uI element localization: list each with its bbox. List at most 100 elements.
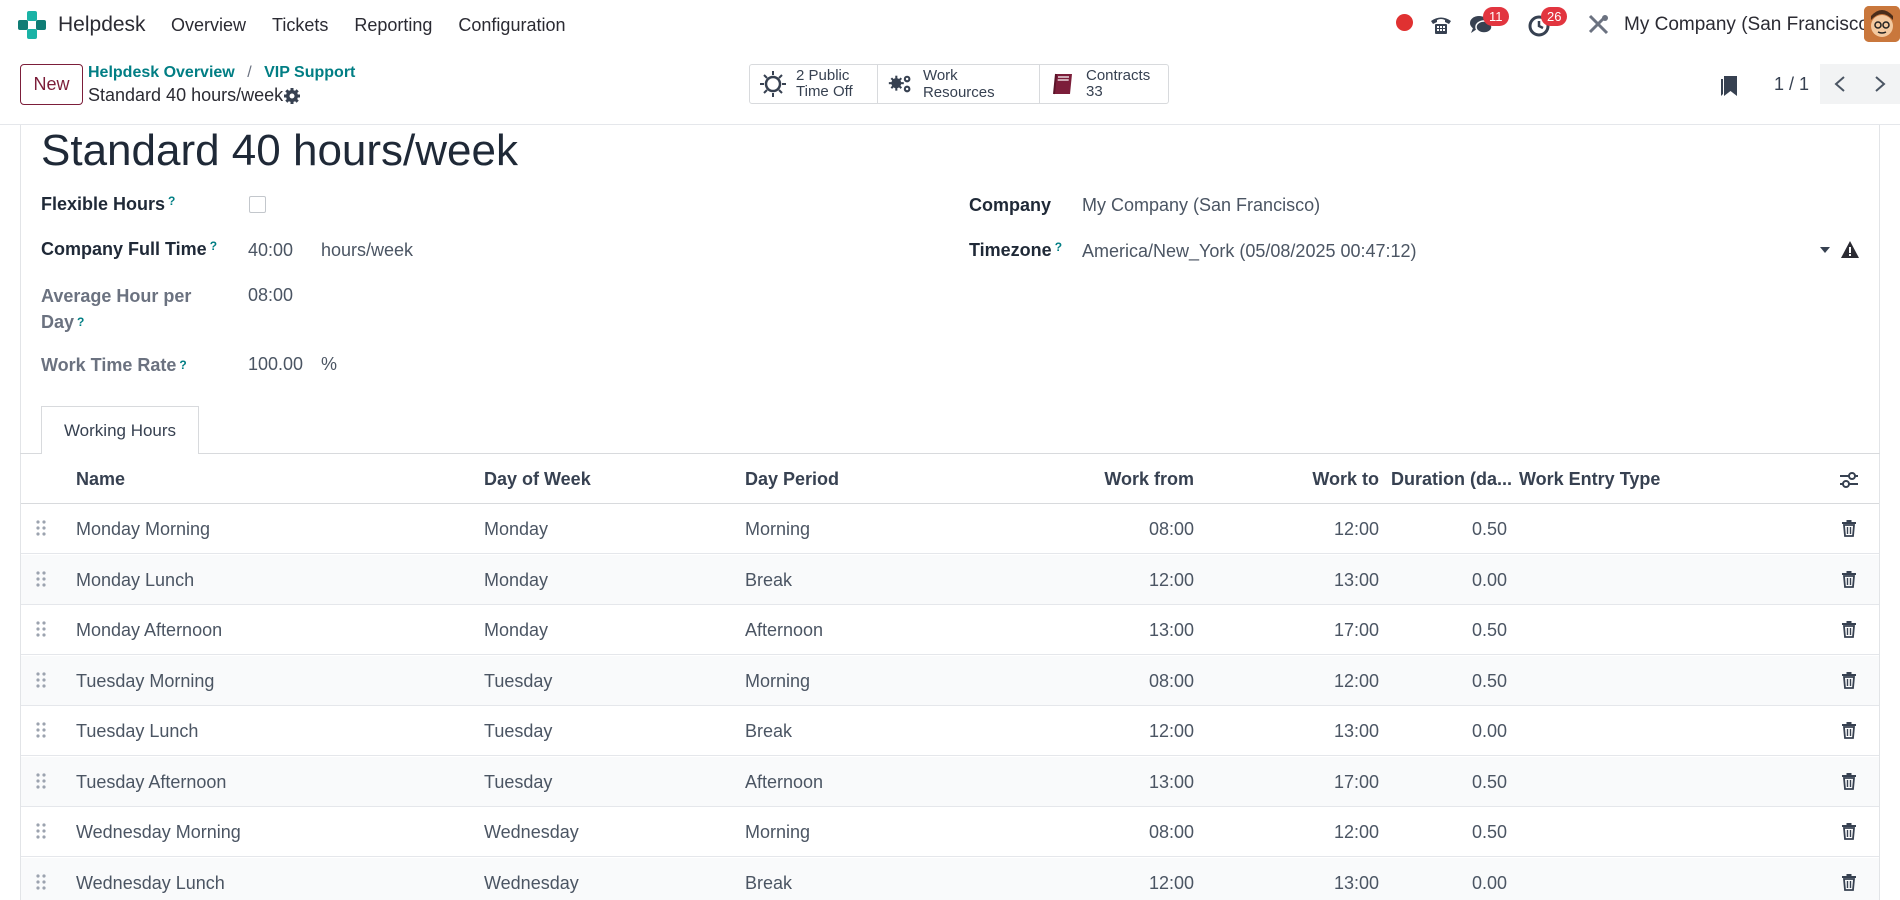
table-row[interactable]: Tuesday Morning Tuesday Morning 08:00 12:00 0…	[21, 655, 1879, 706]
trash-icon[interactable]	[1841, 671, 1857, 689]
column-work-to[interactable]: Work to	[1312, 469, 1379, 490]
trash-icon[interactable]	[1841, 873, 1857, 891]
help-tooltip-icon[interactable]: ?	[210, 239, 217, 253]
drag-handle-icon[interactable]	[36, 721, 46, 739]
phone-icon[interactable]	[1428, 12, 1454, 38]
cell-name[interactable]: Monday Afternoon	[76, 620, 222, 641]
record-dot-icon[interactable]	[1396, 14, 1413, 31]
tools-icon[interactable]	[1585, 12, 1611, 38]
cell-duration[interactable]: 0.00	[1472, 721, 1507, 742]
cell-day-period[interactable]: Afternoon	[745, 772, 823, 793]
drag-handle-icon[interactable]	[36, 822, 46, 840]
cell-day-of-week[interactable]: Wednesday	[484, 873, 579, 894]
help-tooltip-icon[interactable]: ?	[77, 315, 84, 329]
cell-duration[interactable]: 0.50	[1472, 822, 1507, 843]
cell-day-of-week[interactable]: Tuesday	[484, 671, 552, 692]
help-tooltip-icon[interactable]: ?	[179, 358, 186, 372]
help-tooltip-icon[interactable]: ?	[1055, 240, 1062, 254]
cell-day-of-week[interactable]: Monday	[484, 519, 548, 540]
column-name[interactable]: Name	[76, 469, 125, 490]
cell-name[interactable]: Monday Morning	[76, 519, 210, 540]
cell-day-of-week[interactable]: Wednesday	[484, 822, 579, 843]
table-row[interactable]: Wednesday Lunch Wednesday Break 12:00 13:00 0…	[21, 857, 1879, 900]
drag-handle-icon[interactable]	[36, 873, 46, 891]
cell-duration[interactable]: 0.50	[1472, 772, 1507, 793]
drag-handle-icon[interactable]	[36, 620, 46, 638]
cell-work-from[interactable]: 12:00	[1149, 570, 1194, 591]
table-row[interactable]: Wednesday Morning Wednesday Morning 08:00 12…	[21, 807, 1879, 857]
menu-reporting[interactable]: Reporting	[354, 15, 432, 36]
table-row[interactable]: Monday Morning Monday Morning 08:00 12:00 0.5…	[21, 504, 1879, 554]
page-title[interactable]: Standard 40 hours/week	[41, 126, 518, 176]
trash-icon[interactable]	[1841, 519, 1857, 537]
trash-icon[interactable]	[1841, 570, 1857, 588]
cell-day-period[interactable]: Break	[745, 873, 792, 894]
app-name[interactable]: Helpdesk	[58, 13, 146, 37]
bookmark-icon[interactable]	[1718, 74, 1740, 98]
optional-columns-icon[interactable]	[1839, 471, 1859, 489]
pager-value[interactable]: 1 / 1	[1774, 74, 1809, 95]
trash-icon[interactable]	[1841, 620, 1857, 638]
drag-handle-icon[interactable]	[36, 671, 46, 689]
cell-work-to[interactable]: 13:00	[1334, 570, 1379, 591]
column-work-entry-type[interactable]: Work Entry Type	[1519, 469, 1660, 490]
pager-next-button[interactable]	[1860, 64, 1900, 104]
work-resources-button[interactable]: Work Resources	[878, 65, 1040, 103]
cell-work-from[interactable]: 12:00	[1149, 873, 1194, 894]
pager-previous-button[interactable]	[1820, 64, 1860, 104]
cell-work-from[interactable]: 08:00	[1149, 822, 1194, 843]
company-switcher[interactable]: My Company (San Francisco)	[1624, 14, 1875, 36]
cell-day-of-week[interactable]: Monday	[484, 620, 548, 641]
column-day-of-week[interactable]: Day of Week	[484, 469, 591, 490]
cell-name[interactable]: Monday Lunch	[76, 570, 194, 591]
cell-duration[interactable]: 0.00	[1472, 873, 1507, 894]
cell-work-to[interactable]: 12:00	[1334, 519, 1379, 540]
company-field[interactable]: My Company (San Francisco)	[1082, 195, 1320, 216]
cell-day-period[interactable]: Break	[745, 570, 792, 591]
cell-name[interactable]: Tuesday Lunch	[76, 721, 198, 742]
cell-work-to[interactable]: 17:00	[1334, 620, 1379, 641]
cell-duration[interactable]: 0.50	[1472, 671, 1507, 692]
cell-day-of-week[interactable]: Tuesday	[484, 721, 552, 742]
column-day-period[interactable]: Day Period	[745, 469, 839, 490]
public-time-off-button[interactable]: 2 Public Time Off	[750, 65, 878, 103]
cell-day-period[interactable]: Morning	[745, 822, 810, 843]
flexible-hours-checkbox[interactable]	[249, 196, 266, 213]
drag-handle-icon[interactable]	[36, 519, 46, 537]
cell-duration[interactable]: 0.50	[1472, 519, 1507, 540]
gear-icon[interactable]	[283, 87, 301, 105]
help-tooltip-icon[interactable]: ?	[168, 194, 175, 208]
cell-work-to[interactable]: 12:00	[1334, 671, 1379, 692]
table-row[interactable]: Tuesday Afternoon Tuesday Afternoon 13:00 17…	[21, 756, 1879, 807]
menu-tickets[interactable]: Tickets	[272, 15, 328, 36]
cell-day-period[interactable]: Afternoon	[745, 620, 823, 641]
contracts-button[interactable]: Contracts 33	[1040, 65, 1168, 103]
column-duration[interactable]: Duration (da...	[1391, 469, 1512, 490]
cell-name[interactable]: Tuesday Afternoon	[76, 772, 226, 793]
cell-day-period[interactable]: Morning	[745, 671, 810, 692]
cell-work-from[interactable]: 13:00	[1149, 772, 1194, 793]
timezone-select[interactable]: America/New_York (05/08/2025 00:47:12)	[1082, 241, 1417, 262]
cell-work-from[interactable]: 12:00	[1149, 721, 1194, 742]
cell-duration[interactable]: 0.00	[1472, 570, 1507, 591]
cell-day-of-week[interactable]: Tuesday	[484, 772, 552, 793]
cell-work-to[interactable]: 17:00	[1334, 772, 1379, 793]
menu-overview[interactable]: Overview	[171, 15, 246, 36]
drag-handle-icon[interactable]	[36, 570, 46, 588]
table-row[interactable]: Monday Afternoon Monday Afternoon 13:00 17:0…	[21, 605, 1879, 655]
cell-day-of-week[interactable]: Monday	[484, 570, 548, 591]
new-button[interactable]: New	[20, 64, 83, 105]
breadcrumb-helpdesk-overview[interactable]: Helpdesk Overview	[88, 64, 235, 81]
breadcrumb-vip-support[interactable]: VIP Support	[264, 64, 355, 81]
avatar[interactable]	[1864, 6, 1900, 42]
cell-work-from[interactable]: 08:00	[1149, 671, 1194, 692]
cell-name[interactable]: Tuesday Morning	[76, 671, 214, 692]
cell-work-to[interactable]: 13:00	[1334, 721, 1379, 742]
trash-icon[interactable]	[1841, 772, 1857, 790]
caret-down-icon[interactable]	[1820, 247, 1830, 253]
cell-day-period[interactable]: Break	[745, 721, 792, 742]
tab-working-hours[interactable]: Working Hours	[41, 406, 199, 454]
menu-configuration[interactable]: Configuration	[458, 15, 565, 36]
cell-work-to[interactable]: 13:00	[1334, 873, 1379, 894]
table-row[interactable]: Monday Lunch Monday Break 12:00 13:00 0.00	[21, 554, 1879, 605]
